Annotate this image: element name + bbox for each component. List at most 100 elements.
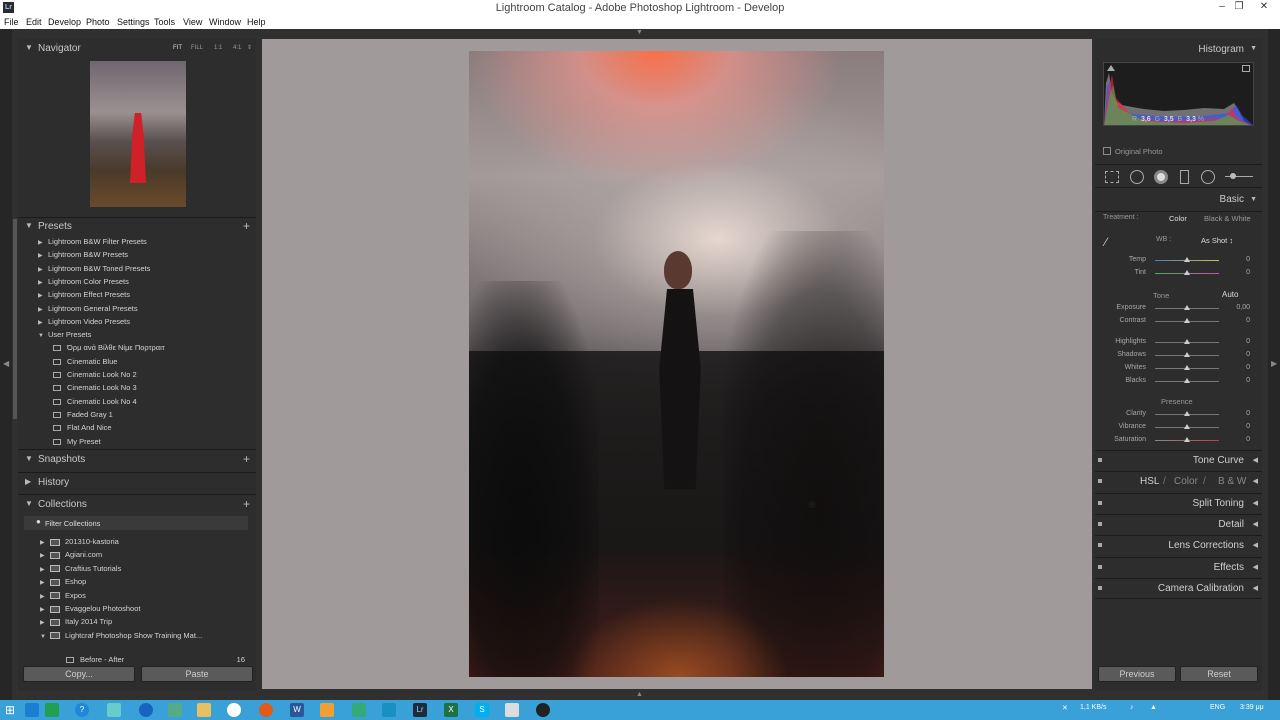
- split-toning-section[interactable]: Split Toning ◀: [1095, 493, 1262, 513]
- collection-set[interactable]: ▶ 201310-kastoria: [40, 537, 119, 546]
- app-icon-cloud[interactable]: [382, 703, 396, 717]
- restore-button[interactable]: ❐: [1230, 0, 1248, 14]
- presets-header[interactable]: ▼ Presets +: [18, 217, 256, 237]
- right-panel-toggle-icon[interactable]: ▶: [1271, 359, 1277, 368]
- excel-icon[interactable]: X: [444, 703, 458, 717]
- slider-value[interactable]: 0: [1246, 377, 1250, 384]
- top-panel-toggle-icon[interactable]: ▼: [636, 29, 643, 36]
- user-preset-item[interactable]: Cinematic Look No 2: [53, 370, 137, 379]
- menu-photo[interactable]: Photo: [86, 17, 110, 27]
- slider-knob[interactable]: [1184, 365, 1190, 370]
- slider-value[interactable]: 0: [1246, 423, 1250, 430]
- slider-value[interactable]: 0: [1246, 256, 1250, 263]
- original-photo-checkbox[interactable]: [1103, 147, 1111, 155]
- zoom-fit[interactable]: FIT: [173, 45, 182, 51]
- auto-tone-button[interactable]: Auto: [1222, 290, 1238, 299]
- app-icon-doc[interactable]: [505, 703, 519, 717]
- camera-calibration-section[interactable]: Camera Calibration ◀: [1095, 578, 1262, 599]
- histogram[interactable]: R 3,6 G 3,5 B 3,3 %: [1103, 62, 1254, 126]
- lightroom-taskbar-icon[interactable]: Lr: [413, 703, 427, 717]
- slider-clarity[interactable]: Clarity 0: [1095, 409, 1262, 421]
- panel-switch-icon[interactable]: [1098, 543, 1102, 547]
- user-preset-item[interactable]: Faded Gray 1: [53, 410, 113, 419]
- collection-set[interactable]: ▶ Agiani.com: [40, 550, 102, 559]
- vlc-icon[interactable]: [320, 703, 334, 717]
- app-icon-dark[interactable]: [536, 703, 550, 717]
- user-preset-item[interactable]: Cinematic Look No 4: [53, 397, 137, 406]
- collection-sub-item[interactable]: Before - After 16: [66, 655, 251, 664]
- collection-set[interactable]: ▶ Expos: [40, 591, 86, 600]
- slider-saturation[interactable]: Saturation 0: [1095, 435, 1262, 447]
- left-panel-toggle-icon[interactable]: ◀: [3, 359, 9, 368]
- volume-icon[interactable]: ♪: [1130, 704, 1134, 711]
- panel-switch-icon[interactable]: [1098, 458, 1102, 462]
- graduated-filter-icon[interactable]: [1180, 170, 1189, 184]
- slider-value[interactable]: 0,00: [1236, 304, 1250, 311]
- slider-value[interactable]: 0: [1246, 351, 1250, 358]
- preset-group[interactable]: ▶ Lightroom B&W Presets: [38, 250, 128, 259]
- user-preset-item[interactable]: Cinematic Look No 3: [53, 383, 137, 392]
- panel-switch-icon[interactable]: [1098, 586, 1102, 590]
- close-button[interactable]: ✕: [1255, 0, 1273, 14]
- user-preset-item[interactable]: My Preset: [53, 437, 101, 446]
- chrome-icon[interactable]: [227, 703, 241, 717]
- filter-collections[interactable]: ● Filter Collections: [24, 516, 248, 530]
- collection-set[interactable]: ▶ Eshop: [40, 577, 86, 586]
- effects-section[interactable]: Effects ◀: [1095, 557, 1262, 577]
- menu-window[interactable]: Window: [209, 17, 241, 27]
- panel-switch-icon[interactable]: [1098, 565, 1102, 569]
- firefox-icon[interactable]: [259, 703, 273, 717]
- slider-knob[interactable]: [1184, 339, 1190, 344]
- menu-help[interactable]: Help: [247, 17, 266, 27]
- skype-icon[interactable]: S: [475, 703, 489, 717]
- app-icon-network[interactable]: [168, 703, 182, 717]
- preset-group[interactable]: ▶ Lightroom B&W Filter Presets: [38, 237, 147, 246]
- detail-section[interactable]: Detail ◀: [1095, 514, 1262, 534]
- help-icon[interactable]: ?: [75, 703, 89, 717]
- preset-group[interactable]: ▶ Lightroom Video Presets: [38, 317, 130, 326]
- history-header[interactable]: ▶ History: [18, 473, 256, 493]
- white-balance-eyedropper-icon[interactable]: ⁄: [1105, 235, 1123, 253]
- slider-knob[interactable]: [1184, 270, 1190, 275]
- slider-whites[interactable]: Whites 0: [1095, 363, 1262, 375]
- user-preset-item[interactable]: Όρμ ανά Βίλθε Νίμε Πορτραιτ: [53, 343, 165, 352]
- previous-button[interactable]: Previous: [1098, 666, 1176, 682]
- slider-knob[interactable]: [1184, 411, 1190, 416]
- panel-switch-icon[interactable]: [1098, 479, 1102, 483]
- collections-header[interactable]: ▼ Collections +: [18, 495, 256, 515]
- slider-value[interactable]: 0: [1246, 338, 1250, 345]
- slider-value[interactable]: 0: [1246, 317, 1250, 324]
- navigator-thumbnail[interactable]: [90, 61, 186, 207]
- radial-filter-icon[interactable]: [1201, 170, 1215, 184]
- network-icon[interactable]: ▲: [1150, 704, 1157, 711]
- treatment-color[interactable]: Color: [1169, 214, 1187, 223]
- crop-tool-icon[interactable]: [1105, 171, 1119, 183]
- add-snapshot-icon[interactable]: +: [243, 452, 250, 466]
- app-icon-green[interactable]: [45, 703, 59, 717]
- zoom-fill[interactable]: FILL: [191, 45, 203, 51]
- collection-set[interactable]: ▶ Craftius Tutorials: [40, 564, 121, 573]
- preset-group[interactable]: ▶ Lightroom B&W Toned Presets: [38, 264, 150, 273]
- slider-exposure[interactable]: Exposure 0,00: [1095, 303, 1262, 315]
- hsl-tab[interactable]: HSL: [1140, 476, 1159, 487]
- app-icon-blue[interactable]: [139, 703, 153, 717]
- zoom-1-1[interactable]: 1:1: [214, 45, 222, 51]
- user-preset-item[interactable]: Flat And Nice: [53, 423, 112, 432]
- preset-group[interactable]: ▶ Lightroom Effect Presets: [38, 290, 130, 299]
- slider-value[interactable]: 0: [1246, 410, 1250, 417]
- spot-removal-icon[interactable]: [1130, 170, 1144, 184]
- slider-value[interactable]: 0: [1246, 269, 1250, 276]
- slider-knob[interactable]: [1184, 424, 1190, 429]
- navigator-header[interactable]: ▼ Navigator FIT FILL 1:1 4:1 ⇕: [18, 39, 256, 59]
- menu-tools[interactable]: Tools: [154, 17, 175, 27]
- treatment-black-white[interactable]: Black & White: [1204, 214, 1251, 223]
- slider-highlights[interactable]: Highlights 0: [1095, 337, 1262, 349]
- main-photo[interactable]: [469, 51, 884, 677]
- wb-dropdown[interactable]: As Shot ↕: [1201, 236, 1233, 245]
- snapshots-header[interactable]: ▼ Snapshots +: [18, 450, 256, 470]
- panel-switch-icon[interactable]: [1098, 522, 1102, 526]
- histogram-collapse-icon[interactable]: ▼: [1250, 45, 1257, 52]
- slider-knob[interactable]: [1184, 437, 1190, 442]
- collection-set[interactable]: ▼ Lightcraf Photoshop Show Training Mat..…: [40, 631, 202, 640]
- slider-tint[interactable]: Tint 0: [1095, 268, 1262, 280]
